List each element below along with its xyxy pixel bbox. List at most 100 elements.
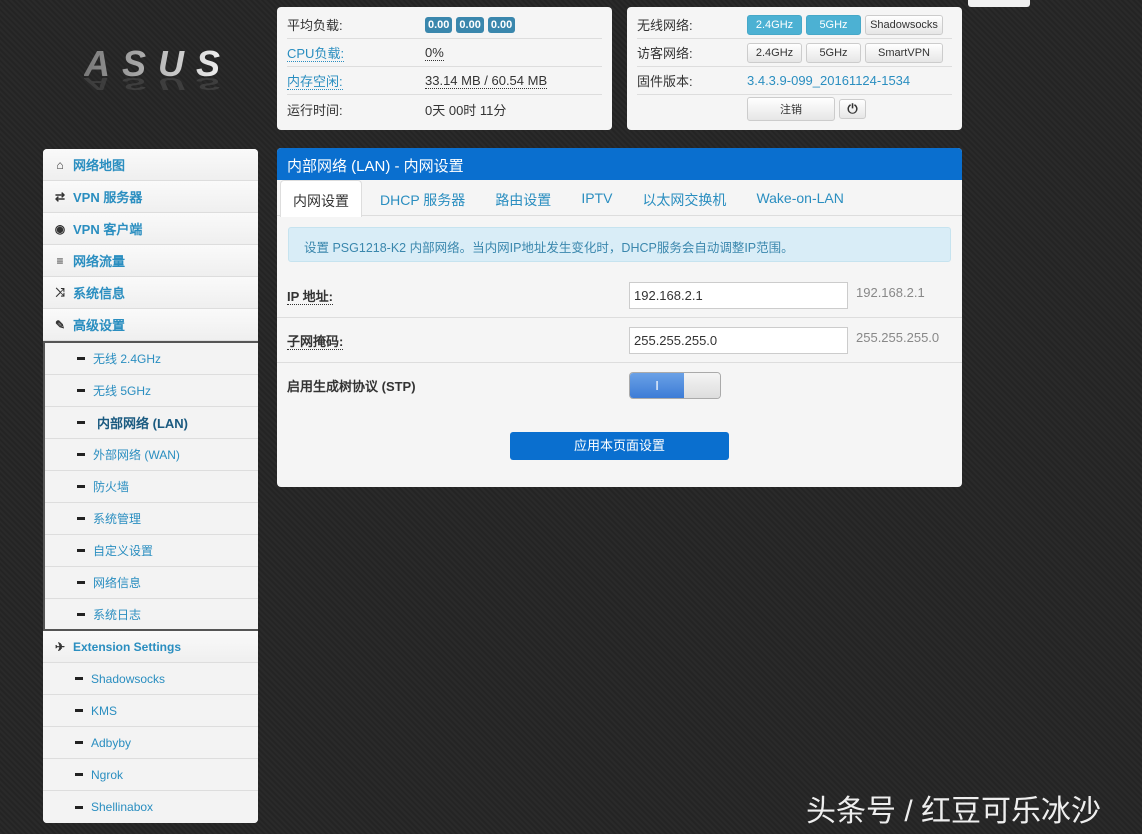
mask-label: 子网掩码: <box>287 334 343 350</box>
apply-button[interactable]: 应用本页面设置 <box>510 432 729 460</box>
submenu-shadowsocks[interactable]: Shadowsocks <box>43 663 258 695</box>
uptime-value: 0天 00时 11分 <box>425 100 506 119</box>
guest-24-button[interactable]: 2.4GHz <box>747 43 802 63</box>
submenu-label: Shadowsocks <box>91 672 165 686</box>
svg-text:ASUS: ASUS <box>84 74 220 94</box>
uptime-label: 运行时间: <box>287 100 425 119</box>
tab-iptv[interactable]: IPTV <box>569 180 624 215</box>
wrench-icon: ✎ <box>53 318 67 332</box>
dash-icon <box>77 485 85 488</box>
sidebar-item-vpn-client[interactable]: ◉ VPN 客户端 <box>43 213 258 245</box>
sidebar-item-label: 网络流量 <box>73 251 125 270</box>
sidebar-item-label: 高级设置 <box>73 315 125 334</box>
dash-icon <box>75 677 83 680</box>
dash-icon <box>75 709 83 712</box>
toggle-on: I <box>630 373 684 398</box>
tab-switch[interactable]: 以太网交换机 <box>630 180 738 215</box>
submenu-label: Shellinabox <box>91 800 153 814</box>
submenu-label: 内部网络 (LAN) <box>97 413 188 432</box>
watermark: 头条号 / 红豆可乐冰沙 <box>806 786 1101 830</box>
submenu-label: 系统日志 <box>93 606 141 623</box>
submenu-shellinabox[interactable]: Shellinabox <box>43 791 258 823</box>
tab-dhcp[interactable]: DHCP 服务器 <box>368 180 477 215</box>
submenu-label: Adbyby <box>91 736 131 750</box>
home-icon: ⌂ <box>53 158 67 172</box>
memory-link[interactable]: 内存空闲: <box>287 74 343 90</box>
retweet-icon: ⇄ <box>53 190 67 204</box>
firmware-label: 固件版本: <box>637 71 747 90</box>
network-status-panel: 无线网络: 2.4GHz5GHzShadowsocks 访客网络: 2.4GHz… <box>627 7 962 130</box>
sidebar-item-label: 网络地图 <box>73 155 125 174</box>
dash-icon <box>77 453 85 456</box>
advanced-submenu: 无线 2.4GHz 无线 5GHz 内部网络 (LAN) 外部网络 (WAN) … <box>43 341 258 631</box>
dash-icon <box>77 389 85 392</box>
page-title: 内部网络 (LAN) - 内网设置 <box>277 148 962 180</box>
sidebar-item-label: Extension Settings <box>73 640 181 654</box>
submenu-adbyby[interactable]: Adbyby <box>43 727 258 759</box>
toggle-knob <box>684 373 720 398</box>
wireless-5-button[interactable]: 5GHz <box>806 15 861 35</box>
tab-wol[interactable]: Wake-on-LAN <box>744 180 855 215</box>
info-alert: 设置 PSG1218-K2 内部网络。当内网IP地址发生变化时，DHCP服务会自… <box>288 227 951 262</box>
submenu-custom[interactable]: 自定义设置 <box>45 535 258 567</box>
submenu-netinfo[interactable]: 网络信息 <box>45 567 258 599</box>
sidebar-item-traffic[interactable]: ≡ 网络流量 <box>43 245 258 277</box>
sidebar-item-label: VPN 客户端 <box>73 219 142 238</box>
tab-routing[interactable]: 路由设置 <box>483 180 563 215</box>
submenu-label: Ngrok <box>91 768 123 782</box>
sidebar: ⌂ 网络地图 ⇄ VPN 服务器 ◉ VPN 客户端 ≡ 网络流量 ⤨系统信息 ✎ 高级设… <box>43 149 258 823</box>
submenu-label: 外部网络 (WAN) <box>93 446 180 463</box>
submenu-firewall[interactable]: 防火墙 <box>45 471 258 503</box>
wireless-24-button[interactable]: 2.4GHz <box>747 15 802 35</box>
tab-bar: 内网设置 DHCP 服务器 路由设置 IPTV 以太网交换机 Wake-on-L… <box>277 180 962 216</box>
sidebar-item-system-info[interactable]: ⤨系统信息 <box>43 277 258 309</box>
system-status-panel: 平均负载: 0.000.000.00 CPU负载:0% 内存空闲:33.14 M… <box>277 7 612 130</box>
login-button[interactable] <box>968 0 1030 7</box>
submenu-wireless-24[interactable]: 无线 2.4GHz <box>45 343 258 375</box>
sidebar-item-extension-settings[interactable]: ✈ Extension Settings <box>43 631 258 663</box>
lan-settings-panel: 内部网络 (LAN) - 内网设置 内网设置 DHCP 服务器 路由设置 IPT… <box>277 148 962 487</box>
sidebar-item-label: VPN 服务器 <box>73 187 142 206</box>
submenu-ngrok[interactable]: Ngrok <box>43 759 258 791</box>
tab-lan-settings[interactable]: 内网设置 <box>280 180 362 217</box>
plane-icon: ✈ <box>53 640 67 654</box>
sidebar-item-advanced[interactable]: ✎ 高级设置 <box>43 309 258 341</box>
dash-icon <box>77 421 85 424</box>
dash-icon <box>77 581 85 584</box>
submenu-kms[interactable]: KMS <box>43 695 258 727</box>
dash-icon <box>75 773 83 776</box>
firmware-version[interactable]: 3.4.3.9-099_20161124-1534 <box>747 73 910 88</box>
sidebar-item-vpn-server[interactable]: ⇄ VPN 服务器 <box>43 181 258 213</box>
stp-toggle[interactable]: I <box>629 372 721 399</box>
ip-row: IP 地址:192.168.2.1 <box>277 273 962 318</box>
dash-icon <box>77 357 85 360</box>
submenu-admin[interactable]: 系统管理 <box>45 503 258 535</box>
dash-icon <box>77 613 85 616</box>
shadowsocks-button[interactable]: Shadowsocks <box>865 15 943 35</box>
submenu-wireless-5[interactable]: 无线 5GHz <box>45 375 258 407</box>
dash-icon <box>77 549 85 552</box>
asus-logo: ASUS ASUS <box>84 46 222 96</box>
mask-row: 子网掩码:255.255.255.0 <box>277 318 962 363</box>
globe-icon: ◉ <box>53 222 67 236</box>
submenu-label: KMS <box>91 704 117 718</box>
submenu-syslog[interactable]: 系统日志 <box>45 599 258 631</box>
power-icon[interactable]: ⏻ <box>839 99 866 119</box>
submenu-lan[interactable]: 内部网络 (LAN) <box>45 407 258 439</box>
logout-button[interactable]: 注销 <box>747 97 835 121</box>
submenu-wan[interactable]: 外部网络 (WAN) <box>45 439 258 471</box>
ip-input[interactable] <box>629 282 848 309</box>
sidebar-item-label: 系统信息 <box>73 283 125 302</box>
load-badge: 0.00 <box>425 17 452 33</box>
cpu-link[interactable]: CPU负载: <box>287 46 344 62</box>
guest-5-button[interactable]: 5GHz <box>806 43 861 63</box>
list-icon: ≡ <box>53 254 67 268</box>
sidebar-item-network-map[interactable]: ⌂ 网络地图 <box>43 149 258 181</box>
submenu-label: 无线 2.4GHz <box>93 350 161 367</box>
smartvpn-button[interactable]: SmartVPN <box>865 43 943 63</box>
dash-icon <box>77 517 85 520</box>
dash-icon <box>75 806 83 809</box>
memory-value: 33.14 MB / 60.54 MB <box>425 73 547 89</box>
wireless-label: 无线网络: <box>637 15 747 34</box>
mask-input[interactable] <box>629 327 848 354</box>
